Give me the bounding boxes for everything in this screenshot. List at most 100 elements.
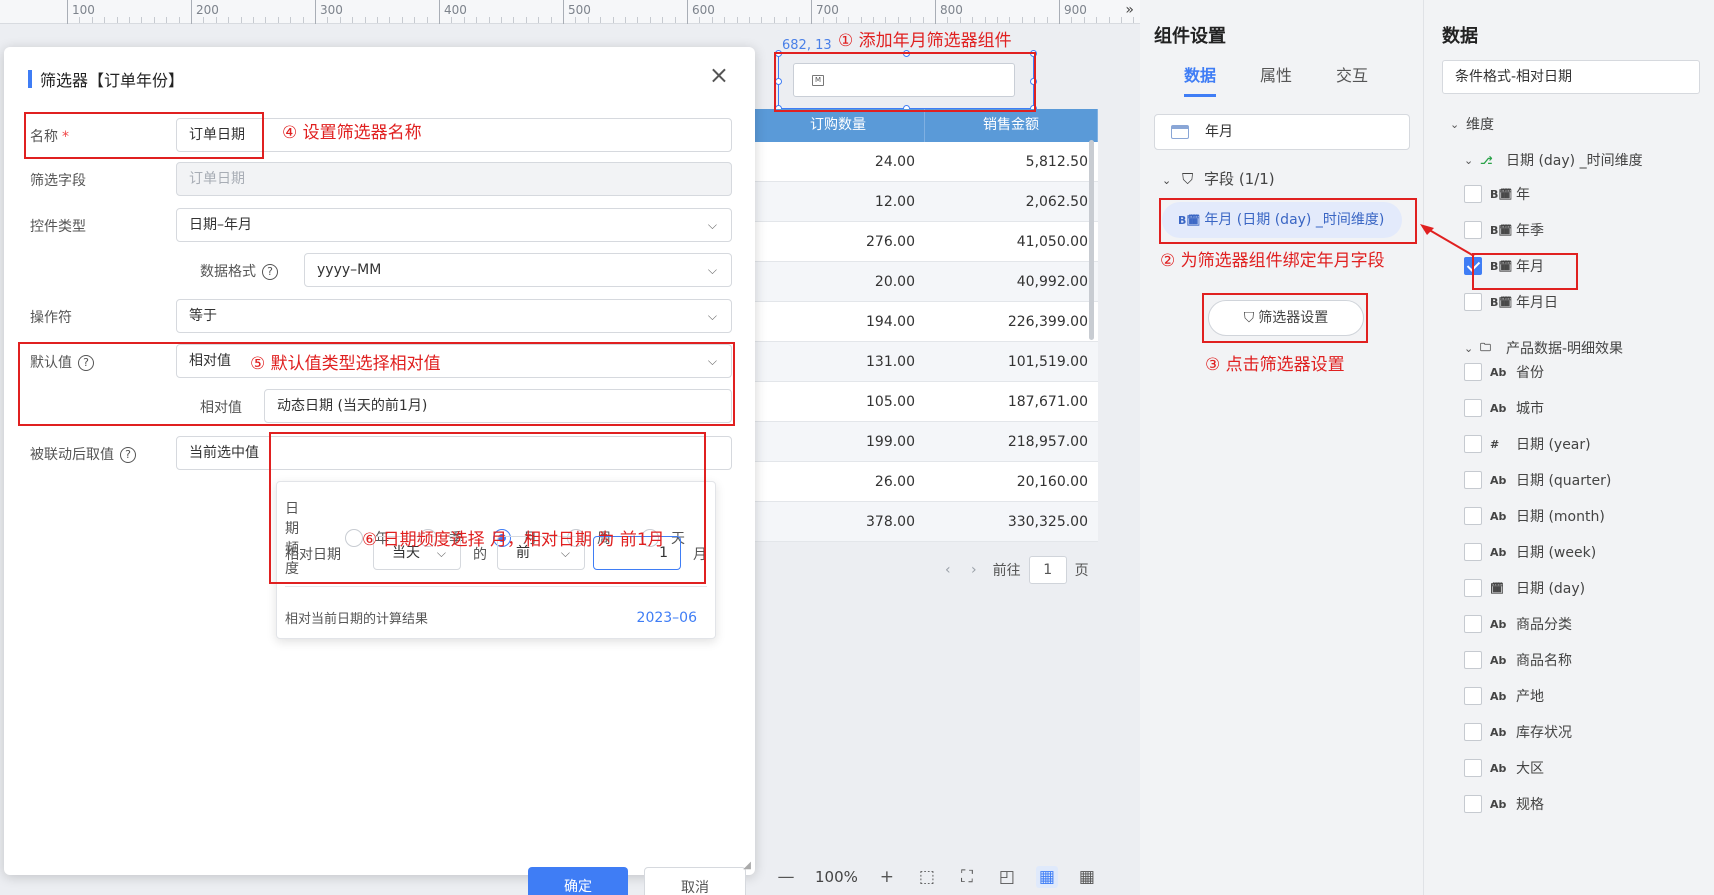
control-type-select[interactable]: 日期–年月 ⌵ bbox=[176, 208, 732, 242]
ruler-tick: 300 bbox=[315, 0, 343, 24]
table-row[interactable]: 20.00 40,992.00 bbox=[752, 262, 1098, 302]
fit-screen-icon[interactable]: ⛶ bbox=[956, 866, 978, 888]
pagination: ‹ › 前往 1 页 bbox=[945, 556, 1089, 584]
field-checkbox[interactable] bbox=[1464, 579, 1482, 597]
chevron-down-icon: ⌵ bbox=[707, 218, 717, 232]
text-field-icon: Ab bbox=[1490, 653, 1507, 667]
field-item[interactable]: Ab 库存状况 bbox=[1464, 722, 1572, 742]
field-checkbox[interactable] bbox=[1464, 543, 1482, 561]
field-item[interactable]: Ab 大区 bbox=[1464, 758, 1544, 778]
tab-interaction[interactable]: 交互 bbox=[1336, 62, 1368, 97]
grid-icon[interactable]: ▦ bbox=[1076, 866, 1098, 888]
field-checkbox[interactable] bbox=[1464, 759, 1482, 777]
ruler-minor-tick bbox=[625, 17, 626, 23]
page-number-input[interactable]: 1 bbox=[1028, 556, 1067, 584]
dialog-header: 筛选器【订单年份】 bbox=[28, 67, 184, 91]
table-row[interactable]: 131.00 101,519.00 bbox=[752, 342, 1098, 382]
field-item[interactable]: Ab 日期 (quarter) bbox=[1464, 470, 1611, 490]
field-item[interactable]: B🗓 年月日 bbox=[1464, 292, 1558, 312]
field-item[interactable]: B🗓 年 bbox=[1464, 184, 1530, 204]
field-checkbox[interactable] bbox=[1464, 507, 1482, 525]
chevron-down-icon: ⌄ bbox=[1464, 341, 1474, 355]
field-item[interactable]: # 日期 (year) bbox=[1464, 434, 1591, 454]
cancel-button[interactable]: 取消 bbox=[644, 867, 746, 895]
zoom-in-icon[interactable]: + bbox=[876, 866, 898, 888]
operator-label: 操作符 bbox=[30, 310, 72, 326]
tree-group-product-data[interactable]: ⌄ 🗀 产品数据-明细效果 bbox=[1464, 338, 1623, 358]
zoom-out-icon[interactable]: — bbox=[775, 866, 797, 888]
table-row[interactable]: 199.00 218,957.00 bbox=[752, 422, 1098, 462]
field-checkbox[interactable] bbox=[1464, 293, 1482, 311]
help-icon[interactable]: ? bbox=[120, 447, 136, 463]
ruler-minor-tick bbox=[401, 17, 403, 23]
table-row[interactable]: 24.00 5,812.50 bbox=[752, 142, 1098, 182]
table-body: 24.00 5,812.50 12.00 2,062.50 276.00 41,050.0… bbox=[752, 142, 1098, 542]
year-month-type-box[interactable]: 年月 bbox=[1154, 114, 1410, 150]
annotation-6: ⑥ 日期频度选择 月，相对日期 为 前1月 bbox=[362, 530, 665, 550]
ruler-minor-tick bbox=[476, 17, 478, 23]
table-layout-icon[interactable]: ▦ bbox=[1035, 866, 1058, 888]
table-row[interactable]: 26.00 20,160.00 bbox=[752, 462, 1098, 502]
ruler-minor-tick bbox=[1096, 17, 1098, 23]
field-checkbox[interactable] bbox=[1464, 435, 1482, 453]
tree-group-time-dimension[interactable]: ⌄ ⎇ 日期 (day) _时间维度 bbox=[1464, 150, 1643, 170]
field-item[interactable]: Ab 省份 bbox=[1464, 362, 1544, 382]
data-format-select[interactable]: yyyy–MM ⌵ bbox=[304, 253, 732, 287]
tab-data[interactable]: 数据 bbox=[1184, 62, 1217, 97]
layout-icon[interactable]: ◰ bbox=[996, 866, 1018, 888]
table-cell: 187,671.00 bbox=[1007, 394, 1088, 410]
table-header-cell[interactable]: 销售金额 bbox=[925, 109, 1098, 142]
close-icon[interactable]: × bbox=[709, 61, 729, 89]
field-item[interactable]: Ab 日期 (month) bbox=[1464, 506, 1605, 526]
field-checkbox[interactable] bbox=[1464, 687, 1482, 705]
table-row[interactable]: 378.00 330,325.00 bbox=[752, 502, 1098, 542]
field-item[interactable]: Ab 规格 bbox=[1464, 794, 1544, 814]
text-field-icon: Ab bbox=[1490, 725, 1507, 739]
select-area-icon[interactable]: ⬚ bbox=[916, 866, 938, 888]
field-checkbox[interactable] bbox=[1464, 185, 1482, 203]
ruler-minor-tick bbox=[290, 17, 292, 23]
field-item[interactable]: Ab 商品分类 bbox=[1464, 614, 1572, 634]
table-row[interactable]: 12.00 2,062.50 bbox=[752, 182, 1098, 222]
tab-properties[interactable]: 属性 bbox=[1260, 62, 1292, 97]
field-checkbox[interactable] bbox=[1464, 615, 1482, 633]
ruler-minor-tick bbox=[637, 17, 639, 23]
ruler-minor-tick bbox=[538, 17, 540, 23]
ruler-minor-tick bbox=[662, 17, 664, 23]
field-checkbox[interactable] bbox=[1464, 363, 1482, 381]
field-checkbox[interactable] bbox=[1464, 471, 1482, 489]
field-item[interactable]: 🗓 日期 (day) bbox=[1464, 578, 1585, 598]
field-item[interactable]: Ab 商品名称 bbox=[1464, 650, 1572, 670]
table-row[interactable]: 105.00 187,671.00 bbox=[752, 382, 1098, 422]
ruler-minor-tick bbox=[525, 17, 527, 23]
table-scrollbar[interactable] bbox=[1089, 140, 1094, 340]
operator-select[interactable]: 等于 ⌵ bbox=[176, 299, 732, 333]
page-arrows-icon[interactable]: ‹ › bbox=[945, 562, 985, 578]
table-row[interactable]: 276.00 41,050.00 bbox=[752, 222, 1098, 262]
field-checkbox[interactable] bbox=[1464, 651, 1482, 669]
field-item[interactable]: Ab 日期 (week) bbox=[1464, 542, 1596, 562]
dataset-select[interactable]: 条件格式-相对日期 bbox=[1442, 60, 1700, 94]
text-field-icon: Ab bbox=[1490, 545, 1507, 559]
ruler-minor-tick bbox=[600, 17, 602, 23]
field-checkbox[interactable] bbox=[1464, 795, 1482, 813]
field-item[interactable]: Ab 产地 bbox=[1464, 686, 1544, 706]
field-item[interactable]: Ab 城市 bbox=[1464, 398, 1544, 418]
ruler-tick-label: 900 bbox=[1064, 3, 1087, 17]
field-label: 日期 (day) bbox=[1516, 581, 1586, 597]
canvas-toolbar: — 100% + ⬚ ⛶ ◰ ▦ ▦ bbox=[775, 862, 1098, 892]
table-row[interactable]: 194.00 226,399.00 bbox=[752, 302, 1098, 342]
help-icon[interactable]: ? bbox=[262, 264, 278, 280]
confirm-button[interactable]: 确定 bbox=[528, 867, 628, 895]
fields-section[interactable]: ⌄ ⛉ 字段 (1/1) bbox=[1162, 168, 1275, 189]
field-checkbox[interactable] bbox=[1464, 723, 1482, 741]
field-label: 日期 (week) bbox=[1516, 545, 1597, 561]
resize-grip-icon[interactable]: ◢ bbox=[743, 860, 751, 871]
annotation-1: ① 添加年月筛选器组件 bbox=[838, 31, 1012, 51]
field-label: 筛选字段 bbox=[30, 173, 86, 189]
table-header-cell[interactable]: 订购数量 bbox=[752, 109, 925, 142]
text-field-icon: Ab bbox=[1490, 509, 1507, 523]
dimension-header[interactable]: ⌄ 维度 bbox=[1450, 114, 1494, 134]
field-checkbox[interactable] bbox=[1464, 399, 1482, 417]
ruler-expand-icon[interactable]: » bbox=[1125, 2, 1134, 18]
